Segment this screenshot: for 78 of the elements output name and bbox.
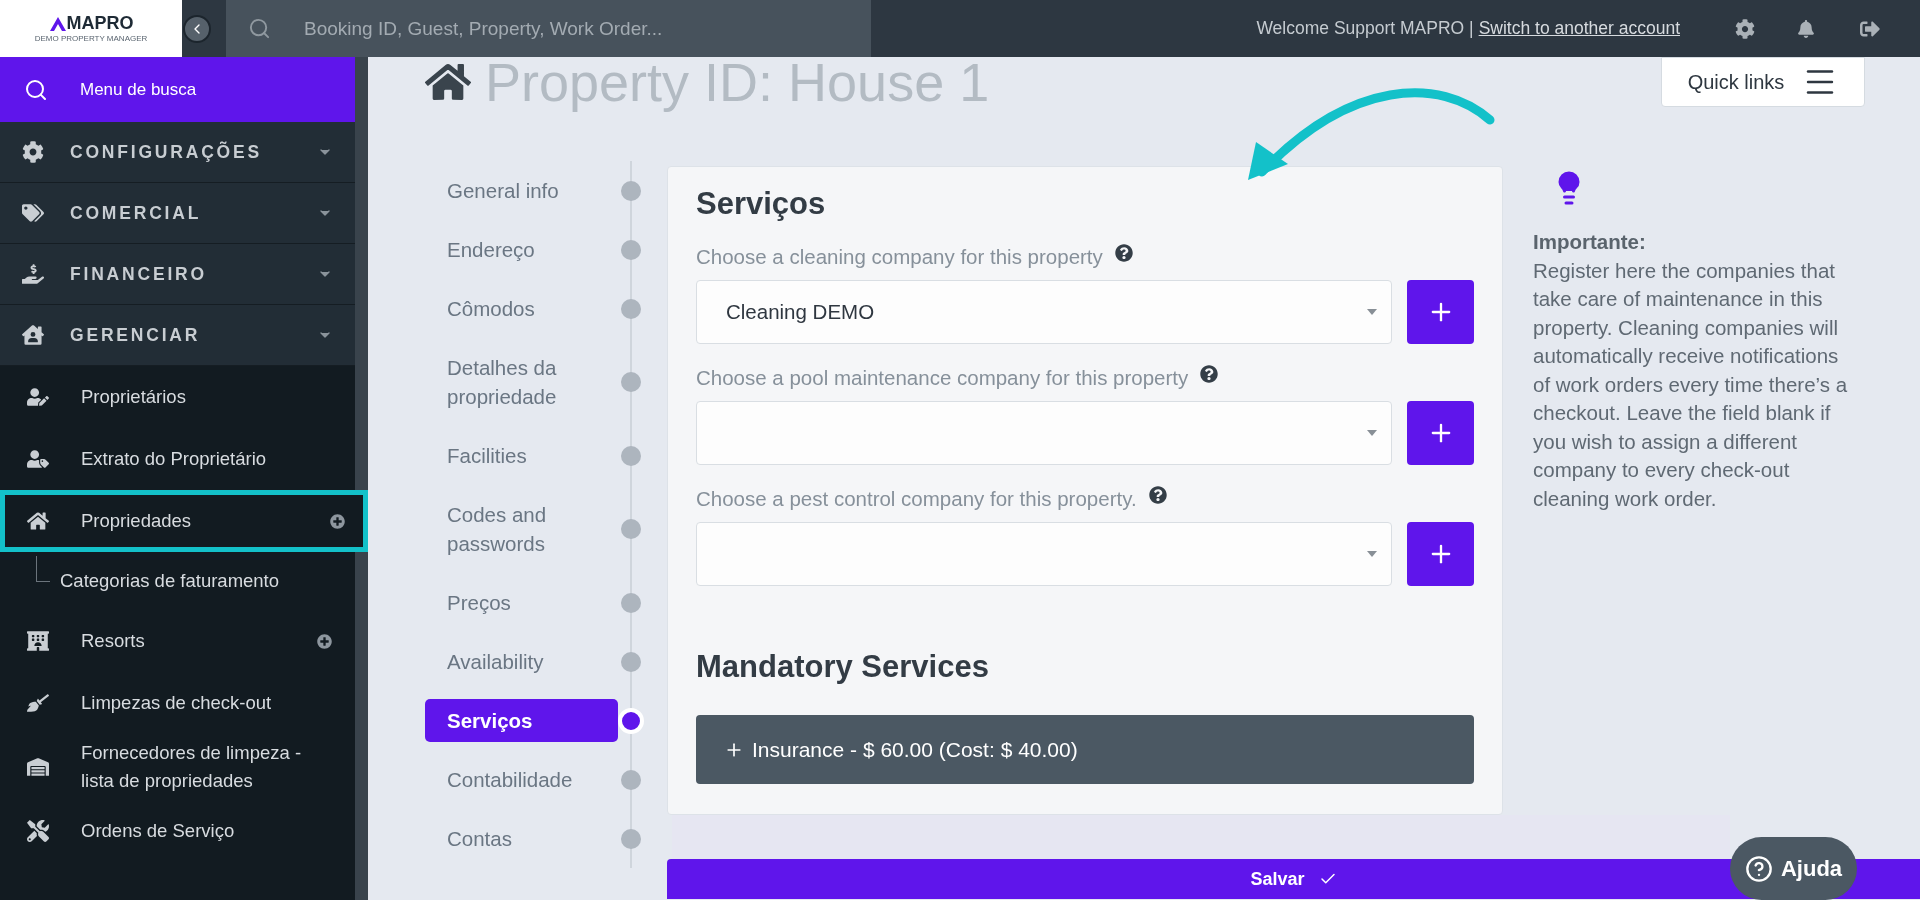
sidebar-item-label: Extrato do Proprietário — [81, 447, 267, 471]
logo-mark-icon — [48, 16, 67, 32]
search-icon — [24, 77, 48, 102]
building-icon — [27, 630, 49, 652]
bell-icon[interactable] — [1797, 19, 1815, 38]
sidebar-item[interactable]: Ordens de Serviço — [0, 800, 355, 862]
hand-money-icon — [22, 263, 44, 285]
sidebar-item-label: Propriedades — [81, 509, 192, 533]
sidebar-item-label: Fornecedores de limpeza - lista de propriedades — [81, 741, 303, 793]
user-edit-icon — [27, 386, 49, 408]
sidebar-section[interactable]: FINANCEIRO — [0, 244, 355, 305]
help-button[interactable]: Ajuda — [1730, 837, 1857, 900]
add-icon[interactable] — [330, 513, 345, 529]
search-field[interactable]: Booking ID, Guest, Property, Work Order... — [226, 0, 871, 57]
section-heading: Mandatory Services — [696, 648, 990, 686]
mandatory-service-bar[interactable]: Insurance - $ 60.00 (Cost: $ 40.00) — [696, 715, 1474, 784]
sidebar-subitem[interactable]: Categorias de faturamento — [60, 567, 280, 595]
sidebar-item[interactable]: Resorts — [0, 610, 355, 672]
sidebar-section-label: FINANCEIRO — [70, 262, 208, 286]
step-tab[interactable]: General info — [425, 169, 618, 212]
sidebar-item[interactable]: Proprietários — [0, 366, 355, 428]
step-tab[interactable]: Serviços — [425, 699, 618, 742]
gear-icon — [22, 141, 44, 163]
sidebar-item-label: Limpezas de check-out — [81, 691, 272, 715]
tools-icon — [27, 820, 49, 842]
help-icon[interactable] — [1148, 486, 1167, 504]
warehouse-icon — [27, 756, 49, 778]
settings-icon[interactable] — [1735, 18, 1755, 39]
tag-icon — [22, 202, 44, 224]
tree-line — [36, 556, 50, 582]
step-tab[interactable]: Cômodos — [425, 287, 618, 330]
sidebar-section-label: CONFIGURAÇÕES — [70, 140, 263, 164]
step-tab[interactable]: Detalhes da propriedade — [425, 346, 618, 418]
logo-tagline: DEMO PROPERTY MANAGER — [34, 35, 148, 43]
info-title: Importante: — [1533, 229, 1647, 255]
welcome-text: Welcome Support MAPRO | — [1256, 17, 1474, 41]
company-select[interactable]: Cleaning DEMO — [696, 280, 1393, 344]
field-label: Choose a cleaning company for this property — [696, 245, 1103, 269]
info-text: Register here the companies that take care of maintenance in this property. Cleaning companies will automatically receive notifications of work orders every time there’s a checkout. Leave the field blank if you wish to assign a different company to every check-out cleaning work order. — [1533, 257, 1849, 512]
search-menu-button[interactable]: Menu de busca — [0, 57, 355, 122]
field-label: Choose a pool maintenance company for this property — [696, 366, 1189, 390]
field-label: Choose a pest control company for this property. — [696, 487, 1137, 511]
switch-account-link[interactable]: Switch to another account — [1478, 15, 1680, 42]
sidebar-item-label: Resorts — [81, 629, 145, 653]
collapse-button[interactable] — [183, 14, 211, 43]
logo-name: MAPRO — [66, 14, 134, 32]
sidebar-section-label: COMERCIAL — [70, 201, 203, 225]
caret-icon — [1367, 430, 1378, 436]
sidebar-section[interactable]: COMERCIAL — [0, 183, 355, 244]
caret-icon — [1367, 309, 1378, 315]
search-icon — [248, 17, 271, 40]
step-tab[interactable]: Preços — [425, 581, 618, 624]
broom-icon — [27, 692, 49, 714]
add-icon[interactable] — [317, 633, 332, 649]
quick-links-button[interactable]: Quick links — [1661, 57, 1865, 107]
user-tag-icon — [27, 448, 49, 470]
help-icon — [1744, 854, 1773, 883]
sidebar-section[interactable]: GERENCIAR — [0, 305, 355, 366]
sidebar-item-label: Ordens de Serviço — [81, 819, 235, 843]
sidebar-item[interactable]: Fornecedores de limpeza - lista de propriedades — [0, 734, 355, 800]
section-heading: Serviços — [696, 185, 827, 223]
house-icon — [27, 510, 49, 532]
step-tab[interactable]: Contas — [425, 817, 618, 860]
sidebar-item-label: Proprietários — [81, 385, 186, 409]
help-icon[interactable] — [1200, 365, 1219, 383]
step-tab[interactable]: Contabilidade — [425, 758, 618, 801]
help-icon[interactable] — [1114, 244, 1133, 262]
sidebar-section[interactable]: CONFIGURAÇÕES — [0, 122, 355, 183]
caret-icon — [1367, 551, 1378, 557]
sidebar-section-label: GERENCIAR — [70, 323, 202, 347]
step-tab[interactable]: Availability — [425, 640, 618, 683]
sidebar-item[interactable]: Limpezas de check-out — [0, 672, 355, 734]
step-tab[interactable]: Facilities — [425, 434, 618, 477]
step-tab[interactable]: Endereço — [425, 228, 618, 271]
sidebar-item[interactable]: Extrato do Proprietário — [0, 428, 355, 490]
house-icon — [22, 324, 44, 346]
step-tab[interactable]: Codes and passwords — [425, 493, 618, 565]
sidebar-item[interactable]: Propriedades — [0, 490, 368, 552]
